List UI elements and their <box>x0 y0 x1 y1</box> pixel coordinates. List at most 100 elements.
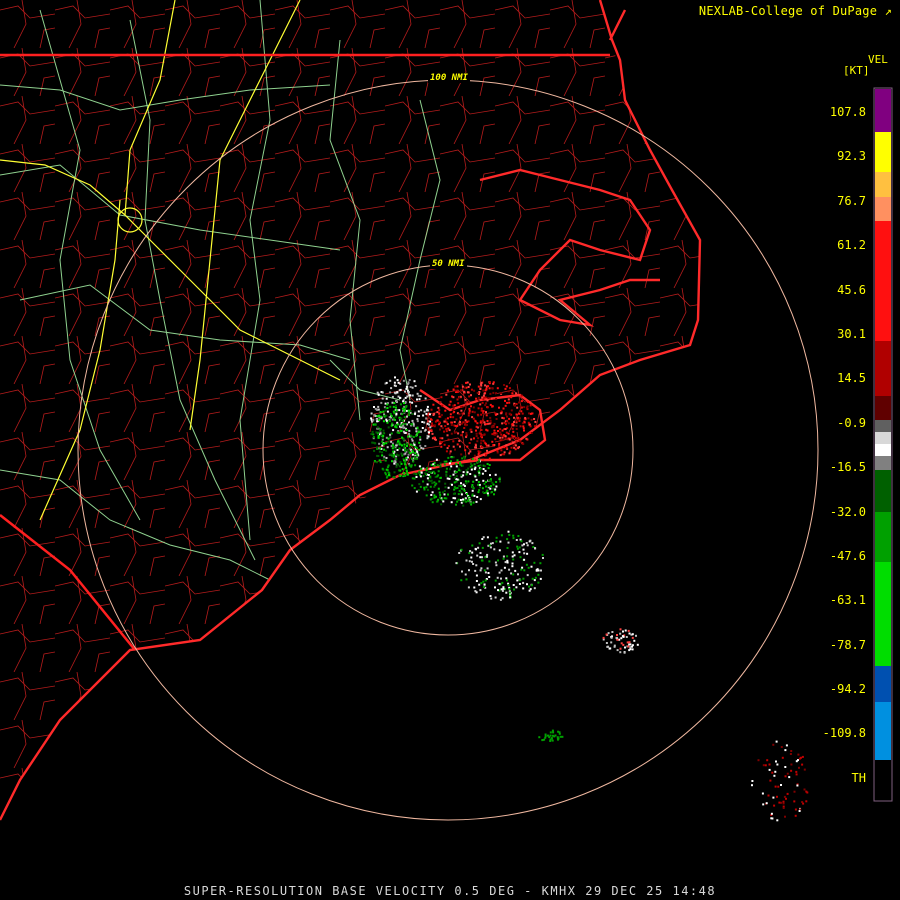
echo-pixel <box>448 403 451 406</box>
echo-pixel <box>495 392 498 395</box>
echo-pixel <box>418 415 420 417</box>
echo-pixel <box>407 391 410 394</box>
echo-pixel <box>465 500 468 503</box>
echo-pixel <box>456 425 459 428</box>
echo-pixel <box>429 480 432 483</box>
echo-pixel <box>470 556 473 559</box>
echo-pixel <box>394 376 396 379</box>
echo-pixel <box>454 385 457 388</box>
echo-pixel <box>502 407 505 410</box>
echo-pixel <box>465 482 468 485</box>
echo-pixel <box>416 447 418 450</box>
echo-pixel <box>493 422 496 425</box>
echo-pixel <box>499 480 501 483</box>
echo-pixel <box>500 433 503 436</box>
echo-pixel <box>396 463 399 465</box>
echo-pixel <box>488 457 491 460</box>
echo-pixel <box>487 494 490 497</box>
echo-pixel <box>519 425 522 428</box>
scale-label: -32.0 <box>829 505 866 519</box>
echo-pixel <box>409 452 412 454</box>
echo-pixel <box>468 409 471 412</box>
echo-pixel <box>377 455 380 457</box>
echo-pixel <box>477 437 480 440</box>
echo-pixel <box>495 536 498 539</box>
echo-pixel <box>478 474 481 477</box>
echo-pixel <box>379 411 382 414</box>
echo-pixel <box>780 784 782 786</box>
echo-pixel <box>429 426 432 429</box>
echo-pixel <box>508 452 511 455</box>
echo-pixel <box>407 411 410 414</box>
echo-pixel <box>391 395 394 398</box>
echo-pixel <box>416 420 419 423</box>
echo-pixel <box>624 629 627 632</box>
echo-pixel <box>492 381 495 384</box>
echo-pixel <box>622 643 625 646</box>
echo-pixel <box>460 487 463 490</box>
echo-pixel <box>382 410 385 413</box>
echo-pixel <box>445 470 448 473</box>
echo-pixel <box>440 396 443 399</box>
echo-pixel <box>499 436 502 439</box>
echo-pixel <box>440 503 443 506</box>
echo-pixel <box>498 549 501 552</box>
echo-pixel <box>518 551 521 554</box>
echo-pixel <box>429 420 432 423</box>
echo-pixel <box>446 447 449 450</box>
echo-pixel <box>549 738 552 741</box>
echo-pixel <box>439 465 442 468</box>
echo-pixel <box>482 389 485 392</box>
echo-pixel <box>379 461 382 464</box>
echo-pixel <box>424 445 427 447</box>
echo-pixel <box>389 391 392 394</box>
echo-pixel <box>498 582 501 585</box>
echo-pixel <box>436 411 439 414</box>
echo-pixel <box>418 470 421 473</box>
echo-pixel <box>510 409 513 412</box>
echo-pixel <box>481 472 484 475</box>
echo-pixel <box>526 574 529 577</box>
echo-pixel <box>399 461 402 464</box>
echo-pixel <box>794 808 797 811</box>
echo-pixel <box>434 420 437 423</box>
echo-pixel <box>411 439 414 442</box>
echo-pixel <box>455 503 457 506</box>
echo-pixel <box>525 563 528 566</box>
echo-pixel <box>442 500 445 503</box>
echo-pixel <box>391 401 394 404</box>
echo-pixel <box>455 480 458 483</box>
echo-pixel <box>388 474 390 476</box>
echo-pixel <box>506 547 509 549</box>
echo-pixel <box>515 420 518 423</box>
echo-pixel <box>457 467 460 470</box>
echo-pixel <box>627 645 630 648</box>
echo-pixel <box>414 412 416 415</box>
echo-pixel <box>459 421 462 423</box>
echo-pixel <box>797 759 799 762</box>
echo-pixel <box>445 450 448 453</box>
echo-pixel <box>459 416 462 419</box>
echo-pixel <box>453 431 456 434</box>
echo-pixel <box>467 480 470 483</box>
echo-pixel <box>460 482 462 485</box>
echo-pixel <box>492 487 495 490</box>
echo-pixel <box>414 455 417 458</box>
echo-pixel <box>629 643 632 646</box>
echo-pixel <box>399 419 402 422</box>
echo-pixel <box>392 476 395 479</box>
echo-pixel <box>511 551 514 554</box>
echo-pixel <box>534 425 537 428</box>
echo-pixel <box>400 424 403 427</box>
echo-pixel <box>390 415 393 418</box>
echo-pixel <box>772 796 775 799</box>
echo-pixel <box>458 396 461 399</box>
echo-pixel <box>400 417 403 420</box>
echo-pixel <box>519 417 521 420</box>
echo-pixel <box>475 564 478 567</box>
echo-pixel <box>396 391 399 394</box>
echo-pixel <box>373 406 375 408</box>
echo-pixel <box>512 534 515 537</box>
echo-pixel <box>486 449 488 452</box>
echo-pixel <box>472 501 475 504</box>
